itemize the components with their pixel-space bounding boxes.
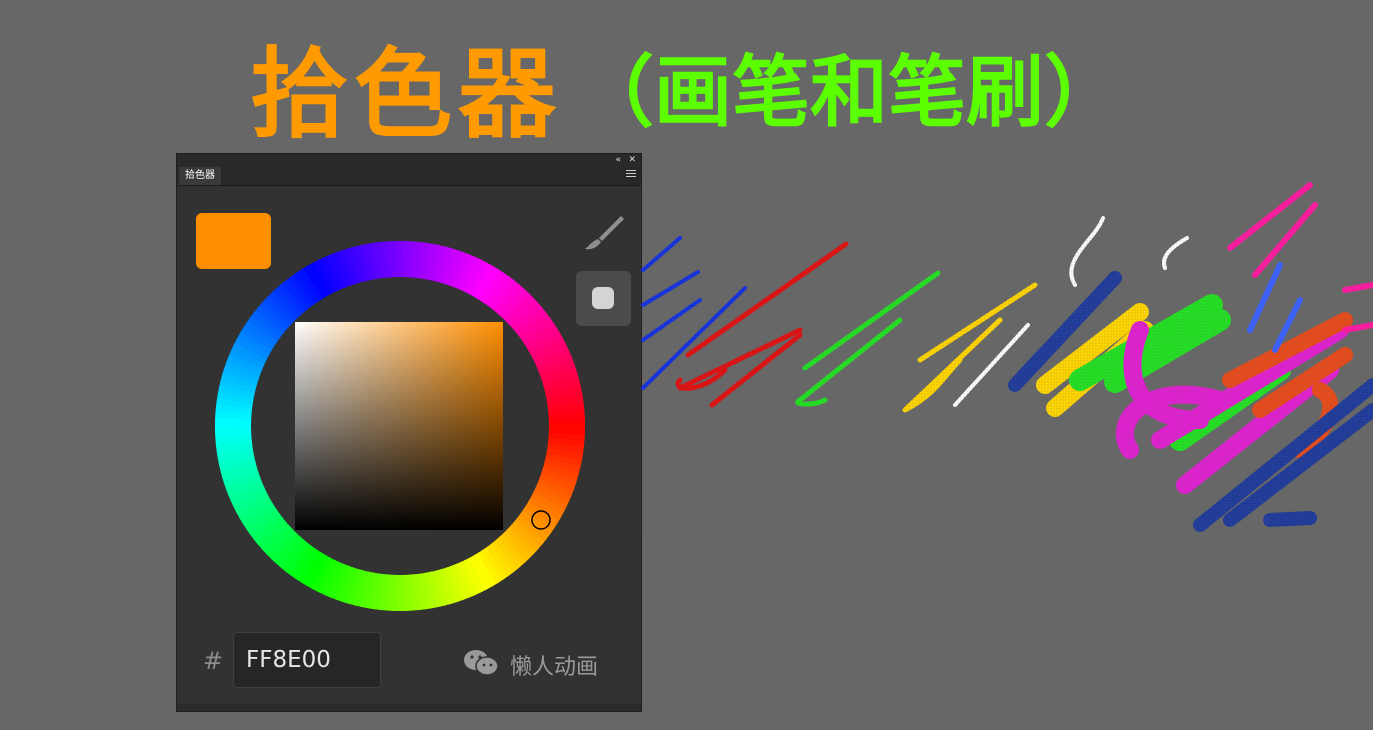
brush-strokes-canvas: [640, 180, 1373, 540]
stroke-texture-overlay: [640, 180, 1373, 540]
